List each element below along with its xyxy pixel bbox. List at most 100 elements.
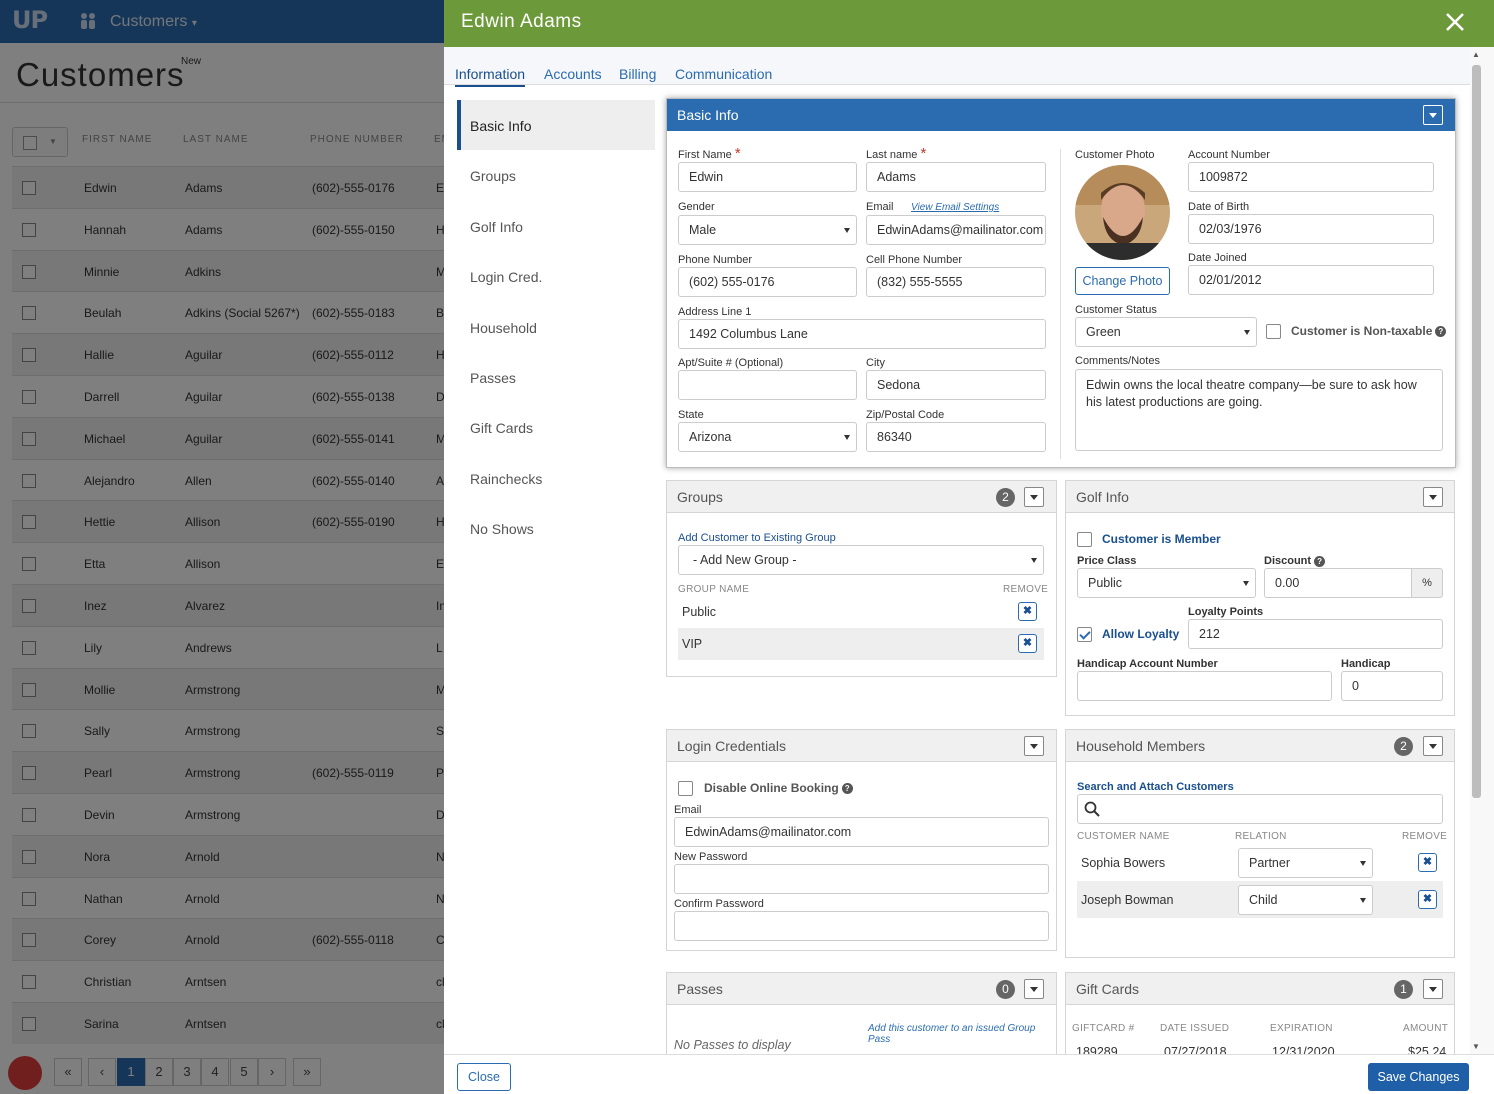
panel-toggle-button[interactable] — [1423, 487, 1443, 507]
tab-information[interactable]: Information — [455, 66, 526, 87]
add-group-select[interactable]: - Add New Group - — [678, 545, 1044, 575]
scroll-down-icon[interactable]: ▼ — [1472, 1042, 1480, 1051]
discount-input[interactable]: 0.00 — [1264, 568, 1412, 598]
panel-toggle-button[interactable] — [1423, 979, 1443, 999]
nav-basic-info[interactable]: Basic Info — [457, 100, 655, 150]
count-badge: 2 — [996, 488, 1015, 507]
phone-input[interactable]: (602) 555-0176 — [678, 267, 857, 297]
price-class-select[interactable]: Public — [1077, 568, 1256, 598]
add-group-pass-link[interactable]: Add this customer to an issued Group Pas… — [868, 1023, 1056, 1045]
change-photo-button[interactable]: Change Photo — [1075, 267, 1170, 295]
percent-addon: % — [1411, 568, 1443, 598]
handicap-account-input[interactable] — [1077, 671, 1332, 701]
handicap-input[interactable]: 0 — [1341, 671, 1443, 701]
modal-backdrop[interactable] — [0, 0, 444, 1094]
remove-icon[interactable]: ✖ — [1418, 890, 1437, 909]
login-email-label: Email — [674, 804, 702, 816]
login-email-input[interactable]: EdwinAdams@mailinator.com — [674, 817, 1049, 847]
close-button[interactable]: Close — [457, 1063, 511, 1091]
search-attach-label: Search and Attach Customers — [1077, 781, 1234, 793]
apt-input[interactable] — [678, 370, 857, 400]
nav-no-shows[interactable]: No Shows — [457, 503, 655, 553]
save-changes-button[interactable]: Save Changes — [1368, 1063, 1469, 1091]
customer-photo-avatar — [1075, 165, 1170, 260]
nav-passes[interactable]: Passes — [457, 352, 655, 402]
remove-icon[interactable]: ✖ — [1018, 634, 1037, 653]
zip-label: Zip/Postal Code — [866, 409, 945, 421]
tab-billing[interactable]: Billing — [619, 66, 656, 85]
panel-header: Gift Cards 1 — [1066, 973, 1454, 1005]
panel-toggle-button[interactable] — [1024, 979, 1044, 999]
col-relation: RELATION — [1235, 831, 1287, 842]
col-remove: REMOVE — [1003, 584, 1049, 595]
nav-gift-cards[interactable]: Gift Cards — [457, 402, 655, 452]
customer-status-select[interactable]: Green — [1075, 317, 1257, 347]
panel-toggle-button[interactable] — [1423, 105, 1443, 125]
help-icon[interactable]: ? — [1435, 326, 1447, 338]
remove-icon[interactable]: ✖ — [1018, 602, 1037, 621]
relation-select[interactable]: Child — [1238, 885, 1373, 915]
nav-rainchecks[interactable]: Rainchecks — [457, 453, 655, 503]
scrollbar-thumb[interactable] — [1472, 65, 1481, 798]
cell-input[interactable]: (832) 555-5555 — [866, 267, 1046, 297]
non-taxable-checkbox[interactable] — [1266, 324, 1281, 339]
allow-loyalty-checkbox[interactable] — [1077, 627, 1092, 642]
city-input[interactable]: Sedona — [866, 370, 1046, 400]
scroll-up-icon[interactable]: ▲ — [1472, 50, 1480, 59]
panel-title: Household Members — [1076, 738, 1206, 754]
dob-label: Date of Birth — [1188, 201, 1250, 213]
nav-groups[interactable]: Groups — [457, 150, 655, 200]
nav-golf-info[interactable]: Golf Info — [457, 201, 655, 251]
gender-select[interactable]: Male — [678, 215, 857, 245]
panel-toggle-button[interactable] — [1423, 736, 1443, 756]
tab-communication[interactable]: Communication — [675, 66, 772, 85]
disable-booking-checkbox[interactable] — [678, 781, 693, 796]
close-icon[interactable] — [1442, 9, 1468, 35]
relation-select[interactable]: Partner — [1238, 848, 1373, 878]
disable-booking-label: Disable Online Booking? — [704, 781, 853, 795]
address1-input[interactable]: 1492 Columbus Lane — [678, 319, 1046, 349]
loyalty-points-label: Loyalty Points — [1188, 606, 1264, 618]
groups-panel: Groups 2 Add Customer to Existing Group … — [666, 480, 1057, 677]
new-password-input[interactable] — [674, 864, 1049, 894]
comments-label: Comments/Notes — [1075, 355, 1160, 367]
login-credentials-panel: Login Credentials Disable Online Booking… — [666, 729, 1057, 951]
panel-toggle-button[interactable] — [1024, 736, 1044, 756]
loyalty-points-input[interactable]: 212 — [1188, 619, 1443, 649]
non-taxable-label: Customer is Non-taxable? — [1291, 324, 1447, 338]
member-label: Customer is Member — [1102, 532, 1221, 546]
search-customers-input[interactable] — [1077, 794, 1443, 824]
remove-icon[interactable]: ✖ — [1418, 853, 1437, 872]
state-select[interactable]: Arizona — [678, 422, 857, 452]
view-email-settings-link[interactable]: View Email Settings — [911, 202, 999, 213]
search-icon — [1084, 801, 1100, 817]
tab-accounts[interactable]: Accounts — [544, 66, 602, 85]
panel-header: Basic Info — [667, 99, 1455, 131]
panel-header: Golf Info — [1066, 481, 1454, 513]
col-group-name: GROUP NAME — [678, 584, 750, 595]
panel-header: Login Credentials — [667, 730, 1056, 762]
new-password-label: New Password — [674, 851, 748, 863]
household-panel: Household Members 2 Search and Attach Cu… — [1065, 729, 1455, 958]
zip-input[interactable]: 86340 — [866, 422, 1046, 452]
cell-label: Cell Phone Number — [866, 254, 962, 266]
date-joined-input[interactable]: 02/01/2012 — [1188, 265, 1434, 295]
no-passes-text: No Passes to display — [674, 1038, 791, 1052]
comments-textarea[interactable]: Edwin owns the local theatre company—be … — [1075, 369, 1443, 451]
member-checkbox[interactable] — [1077, 532, 1092, 547]
confirm-password-input[interactable] — [674, 911, 1049, 941]
help-icon[interactable]: ? — [1314, 555, 1326, 567]
nav-household[interactable]: Household — [457, 302, 655, 352]
help-icon[interactable]: ? — [841, 783, 853, 795]
account-number-input[interactable]: 1009872 — [1188, 162, 1434, 192]
price-class-label: Price Class — [1077, 555, 1137, 567]
panel-toggle-button[interactable] — [1024, 487, 1044, 507]
last-name-label: Last name * — [866, 145, 927, 162]
email-input[interactable]: EdwinAdams@mailinator.com — [866, 215, 1046, 245]
col-giftcard: GIFTCARD # — [1072, 1023, 1135, 1034]
last-name-input[interactable]: Adams — [866, 162, 1046, 192]
first-name-input[interactable]: Edwin — [678, 162, 857, 192]
nav-login-cred[interactable]: Login Cred. — [457, 251, 655, 301]
modal-title: Edwin Adams — [461, 11, 582, 32]
dob-input[interactable]: 02/03/1976 — [1188, 214, 1434, 244]
